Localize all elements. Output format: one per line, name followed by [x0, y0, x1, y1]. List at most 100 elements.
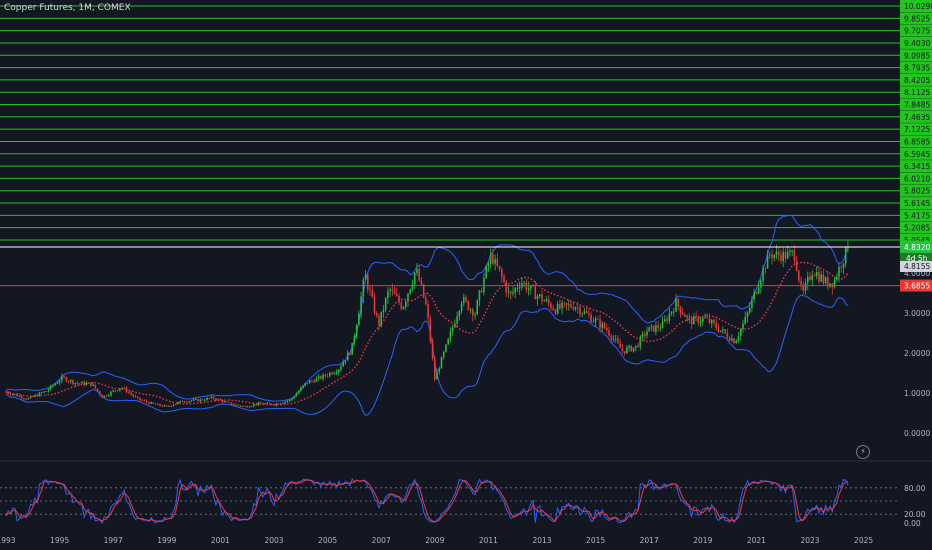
candle-body	[288, 399, 291, 401]
candle-body	[637, 345, 639, 347]
candle-body	[378, 315, 380, 326]
candle-body	[791, 250, 793, 252]
candle-body	[836, 276, 838, 280]
candle-body	[608, 330, 610, 336]
candle-body	[110, 391, 112, 396]
candle-body	[201, 399, 204, 401]
level-label: 7.4635	[904, 113, 930, 122]
candle-body	[101, 394, 103, 398]
candle-body	[99, 391, 101, 395]
candle-body	[755, 292, 758, 294]
candle-body	[695, 316, 697, 317]
candle-body	[824, 277, 827, 284]
candle-body	[463, 297, 465, 304]
candle-body	[148, 402, 150, 404]
candle-body	[798, 270, 800, 282]
price-tick-label: 0.0000	[904, 429, 930, 438]
candle-body	[659, 327, 662, 329]
candle-body	[387, 291, 389, 299]
candle-body	[617, 338, 619, 343]
candle-body	[688, 316, 691, 319]
candle-body	[594, 318, 597, 322]
time-tick-label: 2011	[479, 536, 498, 545]
candle-body	[431, 341, 434, 359]
candle-body	[367, 274, 369, 290]
candle-body	[623, 351, 626, 354]
candle-body	[487, 263, 490, 267]
candle-body	[293, 396, 295, 399]
candle-body	[286, 400, 289, 402]
candle-body	[418, 269, 420, 281]
candle-body	[27, 398, 30, 400]
candle-body	[425, 297, 427, 305]
candle-body	[579, 307, 581, 315]
candle-body	[574, 307, 577, 310]
candle-body	[335, 372, 338, 374]
candle-body	[210, 396, 213, 399]
candle-body	[818, 272, 820, 282]
candle-body	[467, 300, 470, 310]
candle-body	[25, 398, 27, 400]
candle-body	[96, 388, 99, 392]
candle-body	[85, 383, 88, 385]
candle-body	[69, 380, 72, 382]
candle-body	[172, 404, 175, 406]
candle-body	[255, 404, 257, 406]
candle-body	[789, 250, 791, 252]
candle-body	[751, 299, 753, 308]
price-chart[interactable]: 10.0290 9.8525 9.7075 9.4030 9.0985 8.7935 8.4…	[0, 0, 932, 550]
candle-body	[621, 347, 624, 352]
lightning-icon[interactable]: ⚡	[856, 445, 870, 459]
candle-body	[784, 252, 787, 259]
candle-body	[668, 313, 671, 321]
candle-body	[498, 265, 501, 270]
candle-body	[161, 405, 164, 407]
candle-body	[92, 384, 94, 386]
candle-body	[648, 327, 650, 332]
candle-body	[266, 402, 269, 404]
time-tick-label: 1993	[0, 536, 16, 545]
candle-body	[681, 312, 684, 315]
candle-body	[572, 307, 575, 310]
candle-body	[157, 403, 159, 405]
candle-body	[152, 402, 155, 404]
candle-body	[344, 360, 347, 363]
candle-body	[550, 303, 552, 309]
candle-body	[166, 405, 168, 407]
candle-body	[250, 406, 253, 407]
time-tick-label: 2025	[854, 536, 873, 545]
candle-body	[61, 376, 63, 381]
candle-body	[404, 301, 407, 308]
candle-body	[257, 402, 260, 406]
candle-body	[145, 400, 148, 403]
candle-body	[346, 352, 349, 361]
candle-body	[489, 254, 492, 264]
candle-body	[601, 323, 604, 328]
candle-body	[76, 383, 79, 384]
candle-body	[302, 385, 304, 388]
candle-body	[40, 392, 43, 394]
candle-body	[536, 295, 539, 300]
candle-body	[760, 280, 762, 288]
level-label: 9.4030	[904, 39, 930, 48]
candle-body	[7, 391, 10, 394]
candle-body	[219, 399, 222, 401]
candle-body	[105, 395, 108, 397]
chart-title: Copper Futures, 1M, COMEX	[4, 3, 131, 13]
candle-body	[132, 394, 135, 397]
candle-body	[501, 269, 503, 277]
candle-body	[559, 303, 561, 309]
candle-body	[840, 267, 843, 268]
candle-body	[456, 316, 458, 324]
candle-body	[494, 258, 496, 264]
level-label: 6.8585	[904, 137, 930, 146]
level-label: 5.6145	[904, 199, 930, 208]
candle-body	[547, 299, 550, 304]
candle-body	[599, 319, 601, 328]
level-label: 7.8485	[904, 101, 930, 110]
candle-body	[353, 336, 356, 344]
stoch-tick-label: 80.00	[904, 484, 926, 493]
candle-body	[670, 311, 673, 314]
candle-body	[241, 406, 244, 407]
candle-body	[664, 319, 666, 322]
